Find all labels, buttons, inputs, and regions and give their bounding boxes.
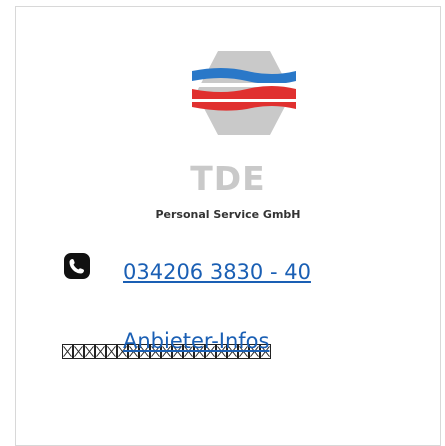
brand-tagline: Personal Service GmbH — [155, 208, 301, 221]
provider-info-link[interactable]: Anbieter-Infos — [123, 329, 269, 353]
provider-card: TDE Personal Service GmbH 034206 3830 - … — [15, 6, 441, 446]
phone-link[interactable]: 034206 3830 - 40 — [123, 260, 311, 284]
phone-icon — [64, 253, 90, 279]
tde-logo-icon — [192, 51, 296, 135]
brand-name: TDE — [190, 159, 266, 198]
